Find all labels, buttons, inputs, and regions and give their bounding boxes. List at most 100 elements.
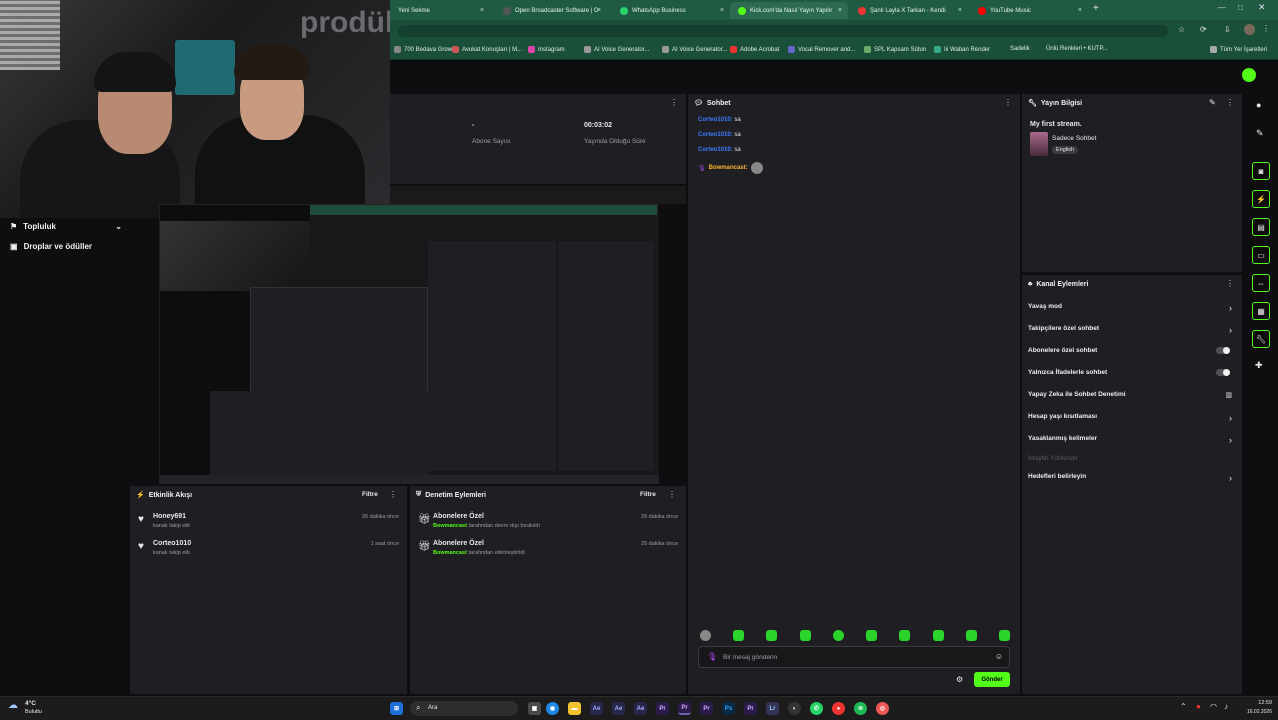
bookmark[interactable]: AI Voice Generator... xyxy=(584,46,649,53)
filter-button[interactable]: Filtre xyxy=(362,491,378,498)
moderation-actor[interactable]: Bowmancast xyxy=(433,523,467,529)
bookmark[interactable]: SPL Kapsam Sütun xyxy=(864,46,926,53)
add-widget-icon[interactable]: ✚ xyxy=(1255,360,1263,371)
stream-preview[interactable] xyxy=(159,204,659,484)
more-options-icon[interactable]: ⋮ xyxy=(1004,98,1012,107)
rail-wrench-icon[interactable]: 🔧︎ xyxy=(1252,330,1270,348)
emote-icon[interactable] xyxy=(766,630,778,641)
chat-username[interactable]: Bowmancast: xyxy=(709,165,748,171)
emote-icon[interactable] xyxy=(832,630,844,641)
window-close-icon[interactable]: ✕ xyxy=(1258,2,1266,13)
rail-dashboard-icon[interactable]: ▦ xyxy=(1252,302,1270,320)
tab-youtube[interactable]: Şanlı Layla X Tarkan - Kendi × xyxy=(850,2,968,19)
windows-start-icon[interactable]: ⊞ xyxy=(390,702,403,715)
category-name[interactable]: Sadece Sohbet xyxy=(1052,135,1096,142)
whatsapp-icon[interactable]: ✆ xyxy=(810,702,823,715)
tab-whatsapp[interactable]: WhatsApp Business × xyxy=(612,2,730,19)
bookmark[interactable]: Sadelik xyxy=(1010,46,1030,52)
close-icon[interactable]: × xyxy=(1078,7,1082,14)
clock-time[interactable]: 12:59 xyxy=(1240,700,1272,706)
bookmark[interactable]: Ünlü Renkleri • KUTP... xyxy=(1046,46,1108,52)
bookmark[interactable]: Vocal Remover and... xyxy=(788,46,855,53)
close-icon[interactable]: × xyxy=(958,7,962,14)
close-icon[interactable]: × xyxy=(480,7,484,14)
more-options-icon[interactable]: ⋮ xyxy=(670,98,678,107)
close-icon[interactable]: × xyxy=(597,7,601,14)
emote-icon[interactable] xyxy=(932,630,944,641)
tab-obs[interactable]: Open Broadcaster Software | O × xyxy=(495,2,607,19)
edit-icon[interactable]: ✎ xyxy=(1209,98,1216,107)
after-effects-icon[interactable]: Ae xyxy=(590,702,603,715)
moderation-actor[interactable]: Bowmancast xyxy=(433,550,467,556)
premiere-icon[interactable]: Pr xyxy=(678,702,691,715)
sidebar-item-community[interactable]: ⚑ Topluluk ⌄ xyxy=(10,222,122,231)
app-icon[interactable]: ◎ xyxy=(876,702,889,715)
chat-username[interactable]: Corteo1010: xyxy=(698,132,733,138)
more-options-icon[interactable]: ⋮ xyxy=(668,490,676,499)
minimize-icon[interactable]: — xyxy=(1218,3,1226,12)
weather-temp[interactable]: 4°C xyxy=(25,700,36,707)
action-banned-words[interactable]: Yasaklanmış kelimeler › xyxy=(1022,435,1242,449)
profile-avatar[interactable] xyxy=(1244,24,1255,35)
activity-user[interactable]: Honey691 xyxy=(153,513,186,520)
bookmark[interactable]: Avukat Konuşları | M... xyxy=(452,46,522,53)
task-view-icon[interactable]: ▣ xyxy=(528,702,541,715)
after-effects-icon[interactable]: Ae xyxy=(612,702,625,715)
emote-icon[interactable] xyxy=(700,630,711,641)
action-ai-moderation[interactable]: Yapay Zeka ile Sohbet Denetimi ▥ xyxy=(1022,391,1242,405)
spotify-icon[interactable]: ≋ xyxy=(854,702,867,715)
chat-username[interactable]: Corteo1010: xyxy=(698,117,733,123)
pencil-icon[interactable]: ✎ xyxy=(1256,128,1264,139)
premiere-icon[interactable]: Pr xyxy=(700,702,713,715)
volume-icon[interactable]: ♪ xyxy=(1224,702,1228,711)
taskbar-search[interactable]: ⌕ Ara xyxy=(410,701,518,716)
action-account-age[interactable]: Hesap yaşı kısıtlaması › xyxy=(1022,413,1242,427)
chevron-up-icon[interactable]: ⌃ xyxy=(1180,702,1187,711)
rail-split-icon[interactable]: ⇔ xyxy=(1252,274,1270,292)
bookmark[interactable]: Adobe Acrobat xyxy=(730,46,779,53)
chat-username[interactable]: Corteo1010: xyxy=(698,147,733,153)
rail-chat-icon[interactable]: ▭ xyxy=(1252,246,1270,264)
mic-icon[interactable]: ● xyxy=(1196,702,1201,711)
premiere-icon[interactable]: Pr xyxy=(744,702,757,715)
emote-icon[interactable] xyxy=(866,630,878,641)
activity-user[interactable]: Corteo1010 xyxy=(153,540,191,547)
bookmark[interactable]: Instagram xyxy=(528,46,565,53)
info-icon[interactable]: ● xyxy=(1256,100,1261,110)
all-bookmarks[interactable]: Tüm Yer İşaretleri xyxy=(1210,46,1267,53)
bookmark[interactable]: AI Voice Generator... xyxy=(662,46,727,53)
action-followers-only[interactable]: Takipçilere özel sohbet › xyxy=(1022,325,1242,339)
wifi-icon[interactable]: ◠ xyxy=(1210,702,1217,711)
extensions-icon[interactable]: ⟳ xyxy=(1200,25,1207,34)
sidebar-item-drops[interactable]: ▣ Droplar ve ödüller xyxy=(10,242,92,251)
chrome-icon[interactable]: ◉ xyxy=(546,702,559,715)
tab-kick-active[interactable]: Kick.com'da Nasıl Yayın Yapılır × xyxy=(730,2,848,19)
close-icon[interactable]: × xyxy=(838,7,842,14)
tab-youtube-music[interactable]: YouTube Music × xyxy=(970,2,1088,19)
filter-button[interactable]: Filtre xyxy=(640,491,656,498)
action-slow-mode[interactable]: Yavaş mod › xyxy=(1022,303,1242,317)
premiere-icon[interactable]: Pr xyxy=(656,702,669,715)
more-options-icon[interactable]: ⋮ xyxy=(389,490,397,499)
action-set-goals[interactable]: Hedefleri belirleyin › xyxy=(1022,473,1242,487)
rail-lightning-icon[interactable]: ⚡ xyxy=(1252,190,1270,208)
emote-icon[interactable] xyxy=(965,630,977,641)
rail-clip-icon[interactable]: ▤ xyxy=(1252,218,1270,236)
lightroom-icon[interactable]: Lr xyxy=(766,702,779,715)
maximize-icon[interactable]: □ xyxy=(1238,3,1243,12)
emote-icon[interactable] xyxy=(799,630,811,641)
emote-icon[interactable] xyxy=(733,630,745,641)
download-icon[interactable]: ⇩ xyxy=(1224,25,1231,34)
user-avatar[interactable] xyxy=(1242,68,1256,82)
emote-icon[interactable] xyxy=(998,630,1010,641)
photoshop-icon[interactable]: Ps xyxy=(722,702,735,715)
record-icon[interactable]: ● xyxy=(832,702,845,715)
new-tab-icon[interactable]: + xyxy=(1093,3,1099,14)
bookmark[interactable]: 700 Bedava Grow... xyxy=(394,46,457,53)
more-options-icon[interactable]: ⋮ xyxy=(1226,279,1234,288)
clock-date[interactable]: 16.02.2026 xyxy=(1240,709,1272,715)
emoji-icon[interactable]: ☺ xyxy=(995,652,1003,661)
tab-new[interactable]: Yeni Sekme × xyxy=(390,2,490,19)
chat-input[interactable]: 🎙︎ Bir mesaj gönderin ☺ xyxy=(698,646,1010,668)
menu-icon[interactable]: ⋮ xyxy=(1262,24,1270,33)
